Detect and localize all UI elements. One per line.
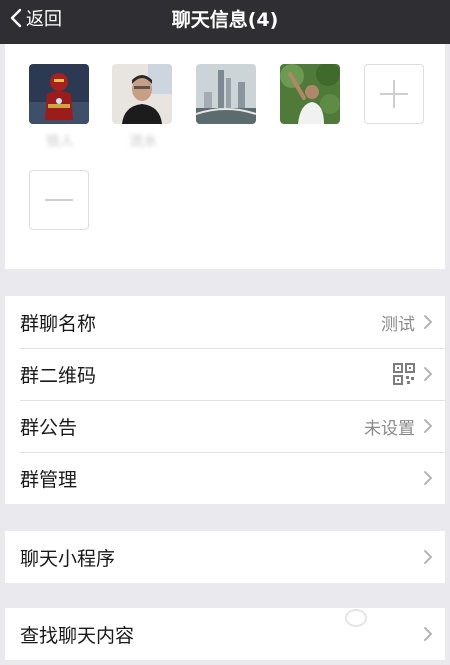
chevron-right-icon	[424, 471, 432, 485]
member-item[interactable]	[280, 64, 342, 152]
page-title: 聊天信息(4)	[171, 8, 279, 31]
member-name: 铁人	[46, 134, 74, 150]
ironman-avatar-icon	[29, 64, 89, 124]
group-settings-list: 群聊名称 测试 群二维码 群公告 未设置 群管理	[5, 296, 445, 504]
row-label: 群管理	[20, 468, 78, 491]
row-label: 群公告	[20, 416, 78, 439]
mini-program-row[interactable]: 聊天小程序	[5, 531, 445, 583]
navigation-bar: 返回 聊天信息(4)	[0, 0, 450, 44]
group-announcement-row[interactable]: 群公告 未设置	[5, 400, 445, 452]
member-name	[196, 130, 258, 152]
group-qr-code-row[interactable]: 群二维码	[5, 348, 445, 400]
member-item[interactable]: 铁人	[29, 64, 91, 152]
members-panel: 铁人 流水	[5, 44, 445, 269]
group-name-row[interactable]: 群聊名称 测试	[5, 296, 445, 348]
member-name: 流水	[129, 134, 157, 150]
add-member-button[interactable]	[364, 64, 424, 124]
qr-code-icon	[393, 363, 415, 385]
row-label: 群二维码	[20, 364, 97, 387]
city-skyline-avatar-icon	[196, 64, 256, 124]
announcement-value: 未设置	[364, 418, 415, 439]
chevron-right-icon	[424, 550, 432, 564]
remove-member-button[interactable]	[29, 170, 89, 230]
group-management-row[interactable]: 群管理	[5, 452, 445, 504]
watermark-mark-icon	[345, 609, 367, 627]
row-label: 聊天小程序	[20, 547, 116, 570]
mini-program-section: 聊天小程序	[5, 531, 445, 583]
chevron-right-icon	[424, 315, 432, 329]
man-portrait-avatar-icon	[112, 64, 172, 124]
row-label: 群聊名称	[20, 312, 97, 335]
member-item[interactable]	[196, 64, 258, 152]
chevron-right-icon	[424, 419, 432, 433]
member-name	[280, 130, 342, 152]
man-in-trees-avatar-icon	[280, 64, 340, 124]
chevron-right-icon	[424, 367, 432, 381]
watermark-logo	[345, 606, 425, 630]
group-name-value: 测试	[381, 314, 415, 335]
member-item[interactable]: 流水	[112, 64, 174, 152]
